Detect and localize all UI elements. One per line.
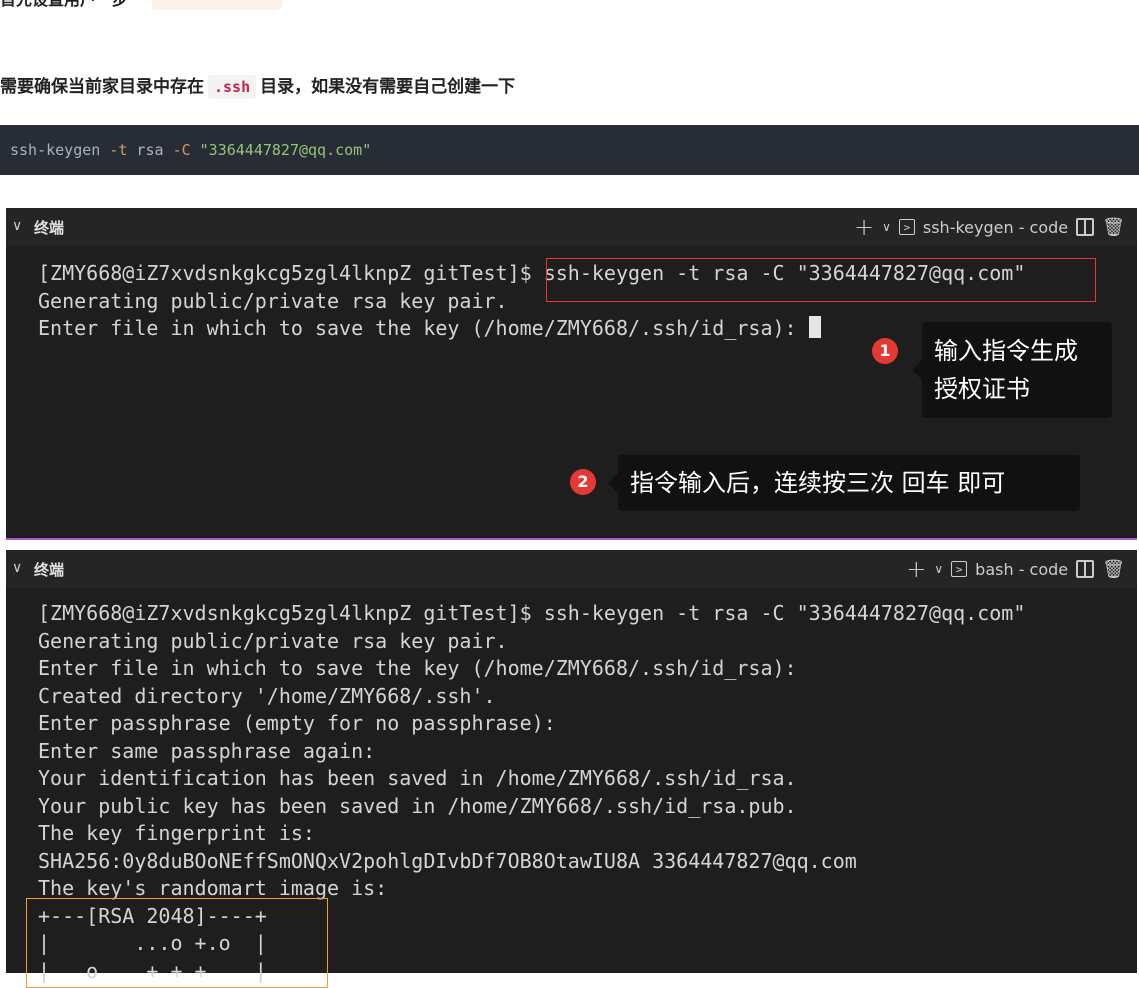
terminal-shell-icon: > [951, 561, 968, 577]
terminal-shell-icon: > [898, 219, 915, 235]
top-inline-code [151, 0, 282, 10]
code-flag-c: -C [172, 141, 191, 159]
note-prefix: 需要确保当前家目录中存在 [0, 77, 204, 97]
top-cut-text: 首先设置用户一步 [0, 0, 282, 14]
terminal-panel-2: ∨ 终端 + ∨ > bash - code 🗑 [ZMY668@iZ7xvds… [6, 550, 1137, 988]
note-line: 需要确保当前家目录中存在 .ssh 目录，如果没有需要自己创建一下 [0, 72, 515, 102]
tooltip-1: 输入指令生成 授权证书 [912, 322, 1112, 418]
code-cmd: ssh-keygen [10, 141, 110, 159]
trash-icon[interactable]: 🗑 [1102, 559, 1125, 580]
code-arg-t: rsa [127, 141, 173, 159]
step-badge-2: 2 [570, 469, 596, 495]
terminal-title: 终端 [34, 561, 65, 579]
terminal-title: 终端 [34, 219, 65, 237]
chevron-down-icon[interactable]: ∨ [882, 220, 891, 234]
terminal-line: Enter passphrase (empty for no passphras… [38, 711, 556, 735]
terminal-line: Generating public/private rsa key pair. [38, 628, 508, 653]
chevron-down-icon[interactable]: ∨ [934, 562, 943, 576]
terminal-header: ∨ 终端 + ∨ > bash - code 🗑 [6, 550, 1137, 588]
terminal-line-text: Enter file in which to save the key (/ho… [38, 316, 809, 340]
code-email: "3364447827@qq.com" [190, 141, 372, 159]
terminal-panel-1: ∨ 终端 + ∨ > ssh-keygen - code 🗑 [ZMY668@i… [6, 208, 1137, 538]
top-text: 首先设置用户一步 [0, 0, 128, 9]
command-highlight-box [546, 258, 1096, 302]
inline-code-ssh: .ssh [208, 75, 257, 99]
tooltip-2: 指令输入后，连续按三次 回车 即可 [608, 455, 1080, 511]
divider [6, 538, 1137, 540]
terminal-actions: + ∨ > ssh-keygen - code 🗑 [854, 214, 1125, 240]
terminal-shell-label[interactable]: ssh-keygen - code [923, 218, 1068, 237]
terminal-actions: + ∨ > bash - code 🗑 [906, 556, 1125, 582]
terminal-cursor [808, 316, 821, 338]
terminal-line: SHA256:0y8duBOoNEffSmONQxV2pohlgDIvbDf7O… [38, 848, 857, 873]
chevron-down-icon[interactable]: ∨ [12, 218, 22, 234]
command-code-block: ssh-keygen -t rsa -C "3364447827@qq.com" [0, 125, 1139, 175]
step-badge-1: 1 [872, 338, 898, 364]
code-flag-t: -t [109, 141, 128, 159]
terminal-line: Your public key has been saved in /home/… [38, 793, 797, 818]
terminal-line: [ZMY668@iZ7xvdsnkgkcg5zgl4lknpZ gitTest]… [38, 601, 1026, 625]
terminal-line: Enter file in which to save the key (/ho… [38, 656, 797, 680]
split-icon[interactable] [1076, 560, 1095, 578]
terminal-line: The key fingerprint is: [38, 821, 315, 845]
plus-icon[interactable]: + [906, 557, 926, 581]
note-suffix: 目录，如果没有需要自己创建一下 [260, 77, 516, 97]
terminal-line: Your identification has been saved in /h… [38, 766, 797, 790]
terminal-shell-label[interactable]: bash - code [975, 560, 1068, 579]
plus-icon[interactable]: + [854, 215, 874, 239]
randomart-highlight-box [26, 898, 328, 988]
split-icon[interactable] [1076, 218, 1095, 236]
terminal-line: Created directory '/home/ZMY668/.ssh'. [38, 683, 496, 708]
chevron-down-icon[interactable]: ∨ [12, 560, 22, 576]
terminal-header: ∨ 终端 + ∨ > ssh-keygen - code 🗑 [6, 208, 1137, 246]
terminal-line: Enter same passphrase again: [38, 738, 376, 763]
trash-icon[interactable]: 🗑 [1102, 217, 1125, 238]
